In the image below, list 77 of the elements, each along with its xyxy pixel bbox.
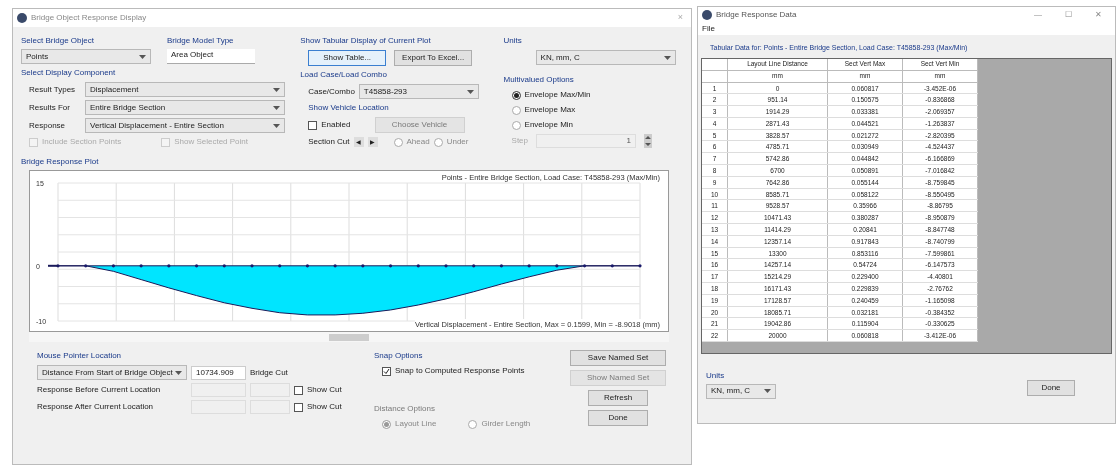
- radio-label: Ahead: [406, 136, 430, 148]
- group-label: Bridge Model Type: [167, 35, 235, 47]
- window-control[interactable]: ☐: [1055, 9, 1081, 21]
- group-label: Units: [503, 35, 523, 47]
- app-icon: [17, 13, 27, 23]
- checkbox-label: Enabled: [321, 119, 351, 131]
- field-label: Case/Combo: [308, 85, 355, 98]
- button[interactable]: Show Table...: [308, 50, 387, 66]
- radio-button[interactable]: [511, 120, 521, 130]
- group-label: Show Vehicle Location: [308, 102, 390, 114]
- checkbox-label: Snap to Computed Response Points: [395, 365, 525, 377]
- field-label: Bridge Cut: [250, 366, 288, 379]
- field-label: Section Cut: [308, 136, 350, 148]
- window-title: Bridge Response Data: [716, 9, 797, 21]
- button[interactable]: Done: [588, 410, 649, 426]
- text-field[interactable]: 10734.909: [191, 365, 246, 380]
- button[interactable]: Refresh: [588, 390, 649, 406]
- button[interactable]: Save Named Set: [570, 350, 667, 366]
- window-title: Bridge Object Response Display: [31, 12, 147, 24]
- checkbox[interactable]: [308, 120, 318, 130]
- radio-button[interactable]: [511, 105, 521, 115]
- radio-button[interactable]: [393, 137, 403, 147]
- radio-label: Envelope Min: [524, 119, 574, 131]
- group-label: Multivalued Options: [503, 74, 575, 86]
- dropdown-arrow-icon: [273, 123, 280, 128]
- scrollbar[interactable]: [29, 332, 669, 342]
- spin-arrows-icon[interactable]: [644, 134, 653, 148]
- checkbox-label: Show Cut: [307, 401, 342, 413]
- checkbox[interactable]: [294, 385, 303, 395]
- app-icon: [702, 10, 712, 20]
- dropdown[interactable]: T45858-293: [358, 84, 479, 99]
- dropdown[interactable]: Points: [21, 49, 151, 64]
- dropdown-arrow-icon: [175, 370, 182, 375]
- dropdown-arrow-icon: [139, 54, 146, 59]
- dropdown[interactable]: Vertical Displacement - Entire Section: [85, 118, 285, 133]
- group-label: Units: [706, 369, 726, 382]
- dropdown-arrow-icon: [663, 55, 671, 60]
- field-label: Response: [28, 119, 67, 132]
- field-label: Result Types: [28, 83, 77, 96]
- menu-item[interactable]: File: [702, 23, 715, 35]
- field-label: Response After Current Location: [37, 401, 155, 413]
- dropdown-arrow-icon: [764, 389, 771, 393]
- dropdown-arrow-icon: [466, 89, 474, 94]
- dropdown[interactable]: Displacement: [85, 82, 285, 97]
- dropdown-arrow-icon: [273, 105, 280, 110]
- dropdown[interactable]: Distance From Start of Bridge Object: [37, 365, 187, 380]
- radio-label: Envelope Max/Min: [524, 89, 591, 101]
- checkbox-label: Include Section Points: [42, 136, 122, 148]
- radio-label: Layout Line: [395, 418, 437, 430]
- group-label: Select Display Component: [21, 67, 117, 79]
- button[interactable]: Done: [1027, 379, 1075, 396]
- checkbox-label: Show Cut: [307, 384, 342, 396]
- dropdown[interactable]: Entire Bridge Section: [85, 100, 285, 115]
- dropdown[interactable]: KN, mm, C: [706, 383, 776, 399]
- group-label: Snap Options: [374, 350, 424, 362]
- field-label: Step: [511, 135, 529, 147]
- radio-button[interactable]: [511, 90, 521, 100]
- group-label: Show Tabular Display of Current Plot: [300, 35, 432, 47]
- button[interactable]: Export To Excel...: [394, 50, 473, 66]
- dropdown[interactable]: KN, mm, C: [535, 50, 676, 65]
- group-label: Load Case/Load Combo: [300, 69, 388, 81]
- radio-label: Girder Length: [481, 418, 531, 430]
- field-label: Results For: [28, 101, 71, 114]
- window-control[interactable]: ✕: [1085, 9, 1111, 21]
- checkbox-label: Show Selected Point: [174, 136, 248, 148]
- radio-label: Under: [446, 136, 469, 148]
- radio-label: Envelope Max: [524, 104, 576, 116]
- field-label: Response Before Current Location: [37, 384, 162, 396]
- group-label: Distance Options: [374, 403, 436, 415]
- window-control[interactable]: —: [1025, 9, 1051, 21]
- checkbox[interactable]: [382, 366, 391, 376]
- checkbox[interactable]: [294, 402, 303, 412]
- group-label: Bridge Response Plot: [21, 156, 100, 168]
- radio-button[interactable]: [433, 137, 443, 147]
- dropdown-arrow-icon: [273, 87, 280, 92]
- group-label: Select Bridge Object: [21, 35, 95, 47]
- group-label: Mouse Pointer Location: [37, 350, 123, 362]
